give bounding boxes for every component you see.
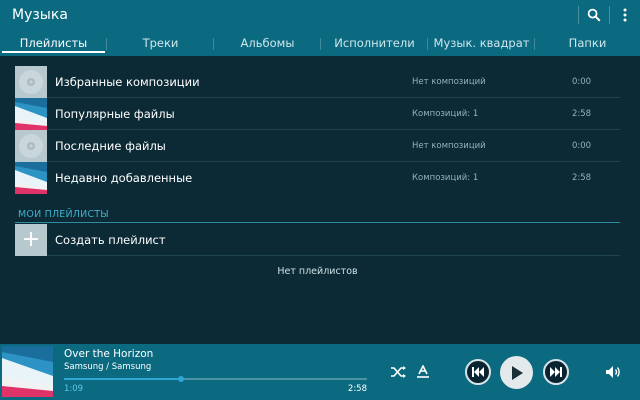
tab-label: Треки [142, 36, 179, 50]
play-button[interactable] [500, 356, 533, 389]
disc-icon [15, 129, 47, 162]
mini-player: Over the Horizon Samsung / Samsung 1:09 … [0, 344, 640, 400]
playlist-track-count: Нет композиций [412, 76, 486, 87]
tab-label: Музык. квадрат [433, 36, 530, 50]
create-playlist-label: Создать плейлист [55, 232, 166, 247]
playlist-duration: 0:00 [572, 76, 592, 87]
skip-next-icon [550, 367, 562, 377]
tab-folders[interactable]: Папки [535, 30, 640, 56]
previous-button[interactable] [465, 359, 491, 385]
action-bar: Музыка [0, 0, 640, 30]
playlist-track-count: Композиций: 1 [412, 173, 479, 183]
playlist-list: Избранные композиции Нет композиций 0:00… [15, 65, 620, 194]
volume-button[interactable] [604, 363, 624, 381]
playlist-duration: 0:00 [572, 140, 592, 151]
tab-tracks[interactable]: Треки [107, 30, 214, 56]
playlist-row-recently-added[interactable]: Недавно добавленные Композиций: 1 2:58 [15, 162, 620, 194]
playlist-title: Последние файлы [55, 138, 166, 153]
playlist-track-count: Нет композиций [412, 140, 486, 151]
next-button[interactable] [543, 359, 569, 385]
playlist-track-count: Композиций: 1 [412, 108, 479, 119]
playlist-row-favorites[interactable]: Избранные композиции Нет композиций 0:00 [15, 65, 620, 98]
tab-label: Папки [568, 36, 607, 50]
playlist-row-recent[interactable]: Последние файлы Нет композиций 0:00 [15, 129, 620, 162]
progress-handle[interactable] [178, 376, 185, 382]
playlist-title: Популярные файлы [55, 106, 175, 121]
app-title: Музыка [12, 7, 68, 23]
playlist-title: Недавно добавленные [55, 171, 193, 185]
album-art[interactable] [2, 346, 53, 397]
playlist-title: Избранные композиции [55, 74, 200, 89]
shuffle-icon [391, 366, 406, 378]
tab-label: Плейлисты [19, 36, 88, 50]
progress-slider[interactable] [64, 376, 367, 382]
playlist-duration: 2:58 [572, 173, 592, 183]
tab-artists[interactable]: Исполнители [321, 30, 428, 56]
create-playlist-button[interactable]: + Создать плейлист [15, 223, 620, 256]
search-button[interactable] [579, 0, 609, 30]
tab-playlists[interactable]: Плейлисты [0, 30, 107, 56]
skip-previous-icon [472, 367, 484, 377]
playlist-duration: 2:58 [572, 108, 592, 119]
plus-icon: + [15, 223, 47, 256]
album-art-icon [15, 97, 47, 130]
repeat-button[interactable] [413, 363, 433, 381]
tab-bar: Плейлисты Треки Альбомы Исполнители Музы… [0, 30, 640, 56]
time-total: 2:58 [347, 384, 367, 394]
section-divider [15, 222, 620, 223]
tab-music-square[interactable]: Музык. квадрат [428, 30, 535, 56]
more-options-button[interactable] [610, 0, 640, 30]
time-elapsed: 1:09 [64, 384, 84, 394]
play-icon [511, 365, 523, 380]
tab-albums[interactable]: Альбомы [214, 30, 321, 56]
section-title-my-playlists: МОИ ПЛЕЙЛИСТЫ [18, 209, 109, 220]
album-art-icon [15, 162, 47, 194]
volume-icon [606, 366, 620, 378]
disc-icon [15, 65, 47, 98]
empty-playlists-text: Нет плейлистов [277, 266, 358, 277]
song-artist: Samsung / Samsung [64, 362, 152, 372]
search-icon [587, 8, 601, 22]
tab-label: Альбомы [240, 36, 295, 50]
progress-fill [64, 378, 182, 380]
repeat-a-icon [417, 365, 429, 378]
song-title: Over the Horizon [64, 348, 154, 360]
shuffle-button[interactable] [388, 363, 408, 381]
more-vertical-icon [623, 8, 627, 22]
playlist-row-popular[interactable]: Популярные файлы Композиций: 1 2:58 [15, 97, 620, 130]
tab-label: Исполнители [334, 36, 415, 50]
